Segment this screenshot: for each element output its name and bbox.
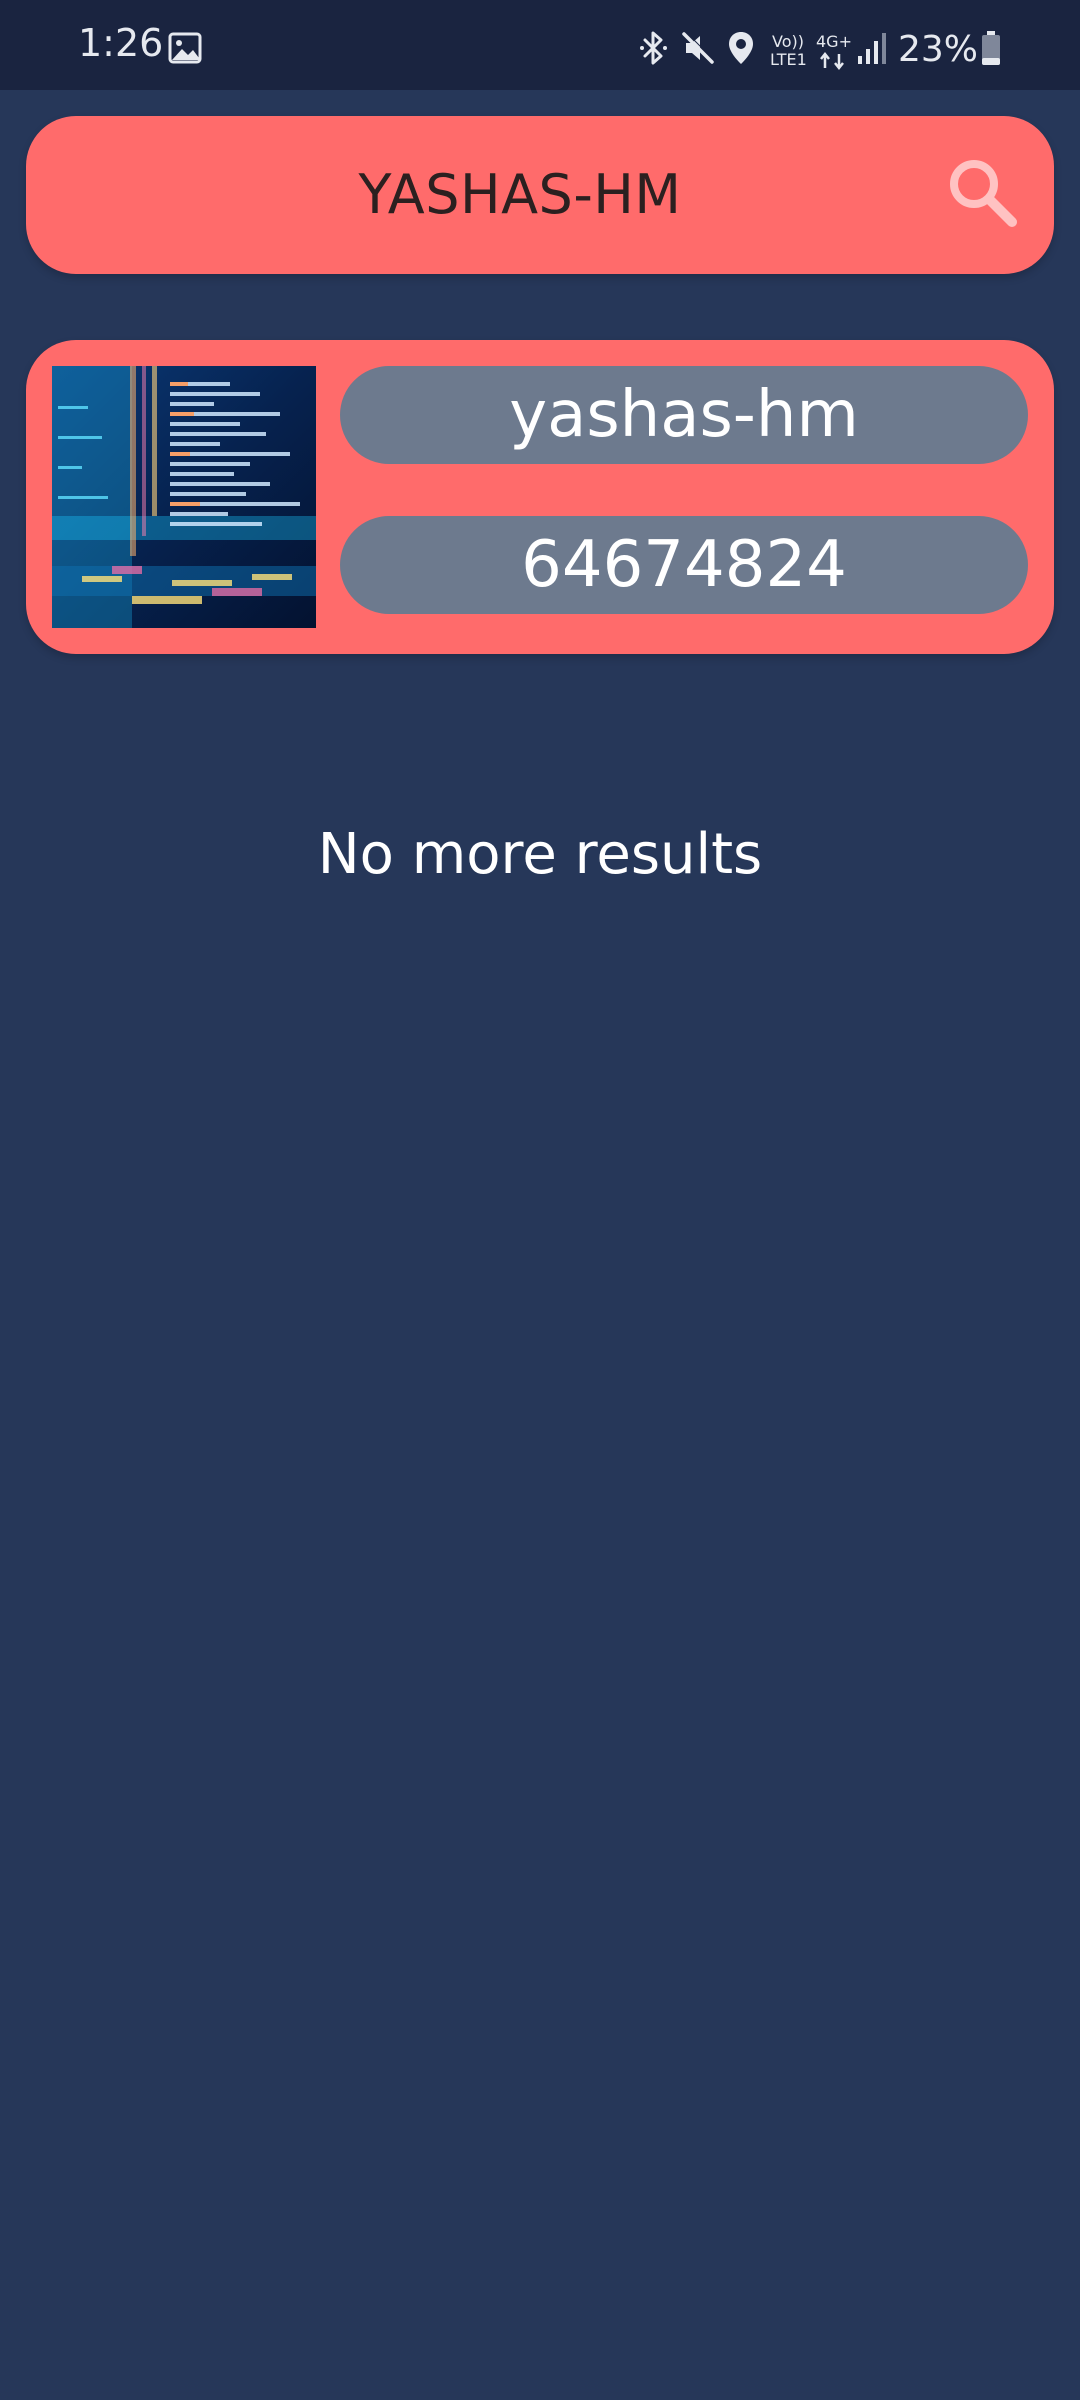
result-id-pill[interactable]: 64674824 [340, 516, 1028, 614]
result-thumbnail [52, 366, 316, 628]
battery-percent: 23% [898, 29, 979, 70]
network-lte-label: LTE1 [770, 50, 807, 69]
result-card[interactable]: yashas-hm 64674824 [26, 340, 1054, 654]
image-notification-icon [168, 32, 202, 64]
code-screen-thumbnail [52, 366, 316, 628]
location-icon [729, 32, 753, 64]
network-voice-label: Vo)) [772, 32, 804, 51]
result-name-pill[interactable]: yashas-hm [340, 366, 1028, 464]
status-bar: 1:26 Vo)) LTE1 4G+ 23% [0, 0, 1080, 90]
signal-icon [858, 33, 886, 64]
data-transfer-icon [820, 52, 844, 70]
bluetooth-icon [640, 31, 667, 65]
search-icon[interactable] [944, 154, 1024, 234]
mute-icon [682, 31, 715, 64]
search-input[interactable]: YASHAS-HM [26, 116, 1014, 274]
battery-icon [982, 31, 1000, 65]
search-bar[interactable]: YASHAS-HM [26, 116, 1054, 274]
status-time: 1:26 [78, 21, 164, 65]
no-more-results-label: No more results [317, 822, 763, 887]
network-type-label: 4G+ [816, 32, 852, 51]
